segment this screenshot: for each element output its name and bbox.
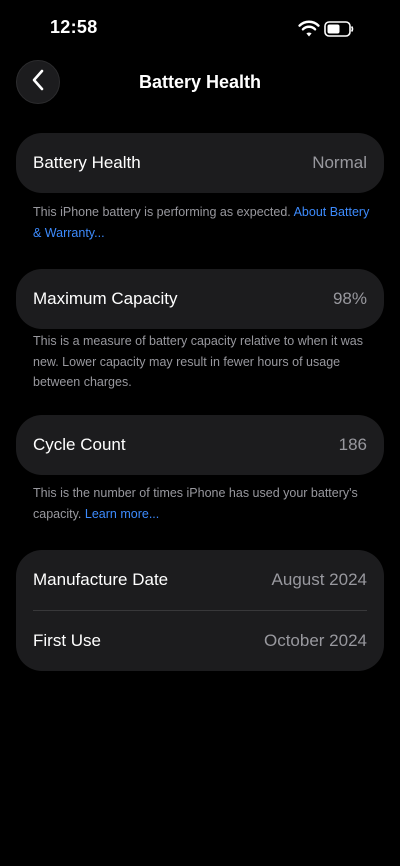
page-title: Battery Health [138,72,262,92]
maximum-capacity-footnote: This is a measure of battery capacity re… [33,334,364,389]
learn-more-link[interactable]: Learn more... [85,507,159,521]
battery-health-value: Normal [312,153,367,172]
battery-health-row: Battery Health Normal [16,133,384,193]
wifi-icon [298,20,320,38]
cycle-count-card: Cycle Count 186 [16,415,384,475]
nav-bar: Battery Health [0,58,400,108]
manufacture-date-value: August 2024 [271,570,367,589]
cycle-count-footnote-text: This is the number of times iPhone has u… [33,486,358,521]
cycle-count-row: Cycle Count 186 [16,415,384,475]
maximum-capacity-row: Maximum Capacity 98% [16,269,384,329]
cycle-count-label: Cycle Count [33,435,126,454]
cycle-count-value: 186 [338,435,367,454]
status-time: 12:58 [50,17,98,37]
battery-health-footnote: This iPhone battery is performing as exp… [33,202,373,243]
battery-health-footnote-text: This iPhone battery is performing as exp… [33,205,291,219]
manufacture-date-row: Manufacture Date August 2024 [16,550,384,610]
status-bar: 12:58 [0,0,400,56]
maximum-capacity-card: Maximum Capacity 98% [16,269,384,329]
dates-card: Manufacture Date August 2024 First Use O… [16,550,384,671]
battery-health-card: Battery Health Normal [16,133,384,193]
cycle-count-footnote: This is the number of times iPhone has u… [33,483,373,524]
maximum-capacity-value: 98% [332,289,367,308]
battery-icon [324,21,354,37]
maximum-capacity-label: Maximum Capacity [33,289,178,308]
first-use-value: October 2024 [263,631,367,650]
manufacture-date-label: Manufacture Date [33,570,169,589]
first-use-row: First Use October 2024 [16,611,384,671]
battery-health-label: Battery Health [33,153,141,172]
first-use-label: First Use [33,631,101,650]
